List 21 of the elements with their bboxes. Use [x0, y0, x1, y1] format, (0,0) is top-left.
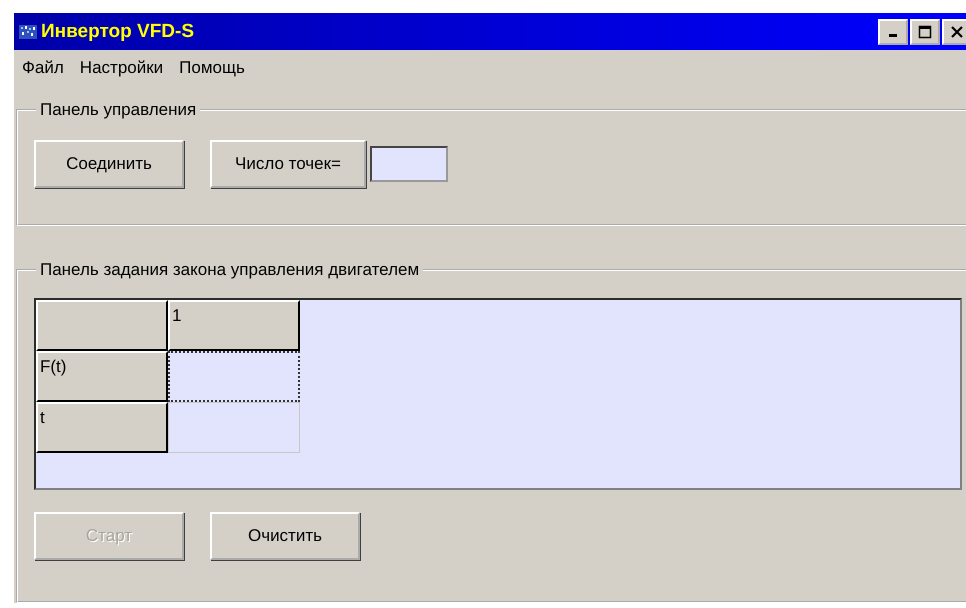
- maximize-button[interactable]: [910, 18, 940, 44]
- clear-button[interactable]: Очистить: [210, 512, 360, 560]
- points-button[interactable]: Число точек=: [210, 140, 366, 188]
- minimize-button[interactable]: [878, 18, 908, 44]
- close-button[interactable]: [942, 18, 966, 44]
- points-input-field[interactable]: [370, 146, 448, 182]
- app-icon: [18, 22, 38, 40]
- group-title: Панель управления: [39, 100, 198, 120]
- menu-item[interactable]: Помощь: [179, 58, 245, 88]
- menu-item[interactable]: Настройки: [80, 58, 164, 88]
- grid-cell[interactable]: [168, 350, 300, 402]
- column-header: 1: [168, 300, 300, 351]
- row-header: F(t): [36, 350, 168, 402]
- row-header: t: [36, 402, 168, 453]
- group-title: Панель задания закона управления двигателем: [39, 260, 420, 280]
- maximize-icon: [918, 24, 932, 38]
- menu-item[interactable]: Файл: [22, 58, 64, 88]
- close-icon: [950, 24, 964, 38]
- window-title: Инвертор VFD-S: [41, 20, 194, 42]
- connect-button[interactable]: Соединить: [34, 140, 184, 188]
- minimize-icon: [889, 34, 897, 37]
